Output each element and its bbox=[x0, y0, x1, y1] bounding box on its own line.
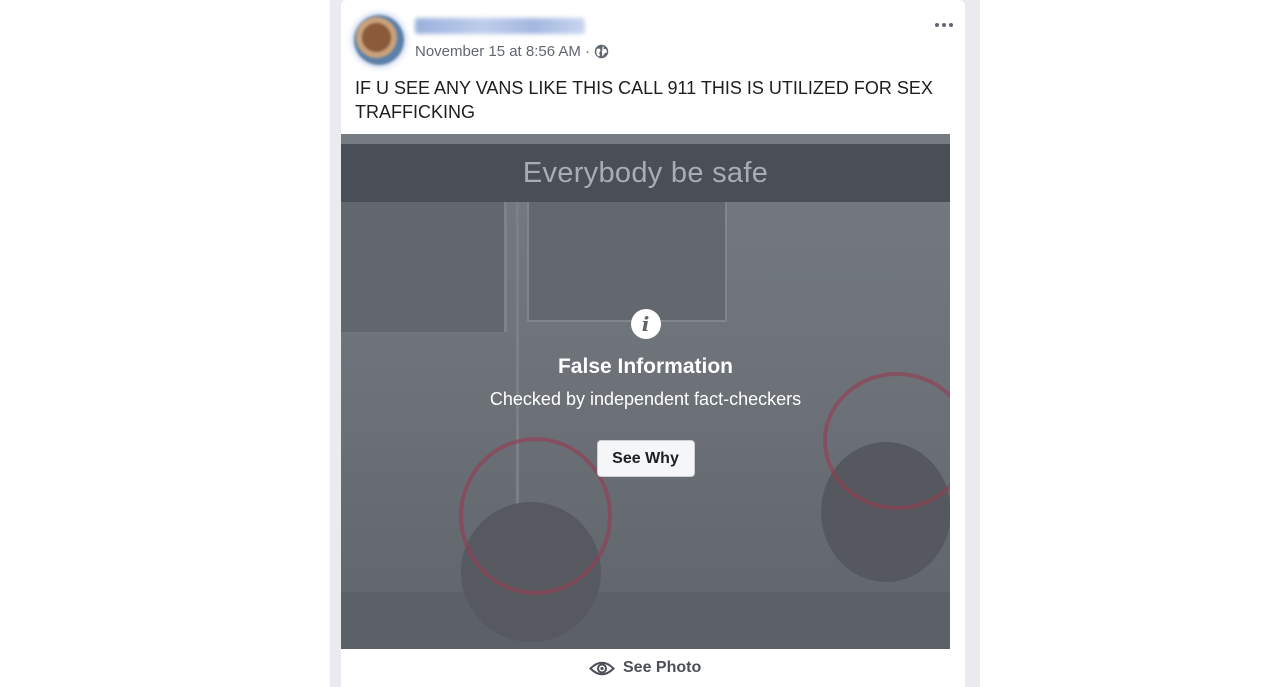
eye-icon bbox=[589, 660, 615, 677]
false-information-overlay: i False Information Checked by independe… bbox=[341, 134, 950, 649]
post-timestamp[interactable]: November 15 at 8:56 AM bbox=[415, 43, 581, 60]
warning-subtitle: Checked by independent fact-checkers bbox=[489, 389, 802, 409]
warning-title: False Information bbox=[557, 355, 734, 378]
meta-separator: · bbox=[584, 43, 590, 60]
post-text: IF U SEE ANY VANS LIKE THIS CALL 911 THI… bbox=[355, 78, 933, 122]
globe-icon[interactable] bbox=[594, 44, 609, 59]
post-photo[interactable]: Everybody be safe i False Information Ch… bbox=[341, 134, 950, 649]
post-card: November 15 at 8:56 AM · IF U SEE ANY VA… bbox=[341, 0, 965, 687]
author-name-blurred[interactable] bbox=[415, 18, 585, 34]
see-photo-button[interactable]: See Photo bbox=[589, 659, 701, 677]
see-photo-label: See Photo bbox=[623, 659, 702, 676]
see-why-button[interactable]: See Why bbox=[596, 440, 695, 477]
more-options-icon[interactable] bbox=[933, 14, 955, 36]
post-meta: November 15 at 8:56 AM · bbox=[415, 43, 609, 60]
avatar[interactable] bbox=[354, 15, 404, 65]
info-icon: i bbox=[630, 309, 661, 339]
